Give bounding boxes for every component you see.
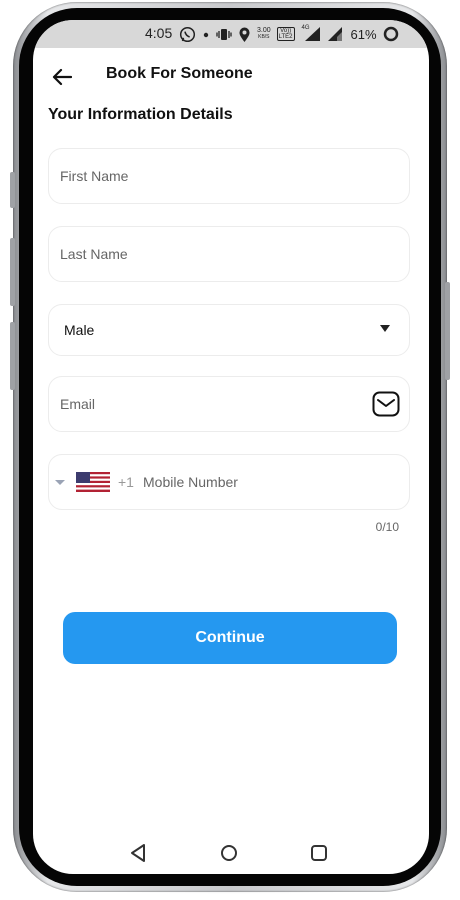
email-field xyxy=(48,376,410,432)
status-icons: 3.00 KB/S Vo)) LTE2 4G 61% xyxy=(179,24,399,44)
network-speed-unit: KB/S xyxy=(258,34,270,40)
dial-code: +1 xyxy=(118,474,134,490)
signal-strength-icon xyxy=(327,26,343,42)
volte-bottom-text: LTE2 xyxy=(278,34,293,40)
dropdown-caret-icon xyxy=(380,325,390,332)
first-name-input[interactable] xyxy=(60,149,360,203)
gender-selected-value: Male xyxy=(64,322,95,338)
network-type-text: 4G xyxy=(301,25,310,31)
last-name-input[interactable] xyxy=(60,227,360,281)
battery-ring-icon xyxy=(383,26,399,42)
phone-screen: 4:05 3.00 KB/S Vo)) LTE2 4G 61% Book For… xyxy=(33,20,429,874)
side-button-power xyxy=(445,282,450,380)
us-flag-icon xyxy=(76,472,110,492)
system-nav-bar xyxy=(33,840,429,874)
back-button[interactable] xyxy=(49,64,75,90)
side-button-volume-up xyxy=(10,238,15,306)
continue-button[interactable]: Continue xyxy=(63,612,397,664)
triangle-back-icon[interactable] xyxy=(126,840,152,866)
page-title: Book For Someone xyxy=(106,65,253,82)
email-input[interactable] xyxy=(60,377,350,431)
country-code-picker[interactable]: +1 xyxy=(49,455,139,509)
status-bar: 4:05 3.00 KB/S Vo)) LTE2 4G 61% xyxy=(33,20,429,48)
battery-percent: 61% xyxy=(350,26,377,42)
whatsapp-icon xyxy=(179,26,196,43)
signal-4g-icon: 4G xyxy=(301,25,321,42)
section-title: Your Information Details xyxy=(48,106,233,123)
mail-icon xyxy=(372,391,400,417)
network-speed-indicator: 3.00 KB/S xyxy=(257,27,271,40)
mobile-field: +1 xyxy=(48,454,410,510)
vibrate-icon xyxy=(216,26,232,43)
side-button-action xyxy=(10,172,15,208)
country-caret-icon xyxy=(55,480,65,485)
gender-select[interactable]: Male xyxy=(48,304,410,356)
screenshot-stage: 4:05 3.00 KB/S Vo)) LTE2 4G 61% Book For… xyxy=(0,0,460,900)
status-time: 4:05 xyxy=(145,25,173,41)
first-name-field xyxy=(48,148,410,204)
mobile-number-input[interactable] xyxy=(143,455,393,509)
square-recents-icon[interactable] xyxy=(306,840,332,866)
mobile-char-counter: 0/10 xyxy=(375,520,399,534)
circle-home-icon[interactable] xyxy=(216,840,242,866)
arrow-left-icon xyxy=(52,68,72,86)
side-button-volume-down xyxy=(10,322,15,390)
notification-dot-icon xyxy=(202,26,210,43)
location-icon xyxy=(238,26,251,43)
last-name-field xyxy=(48,226,410,282)
volte-badge: Vo)) LTE2 xyxy=(276,27,295,41)
